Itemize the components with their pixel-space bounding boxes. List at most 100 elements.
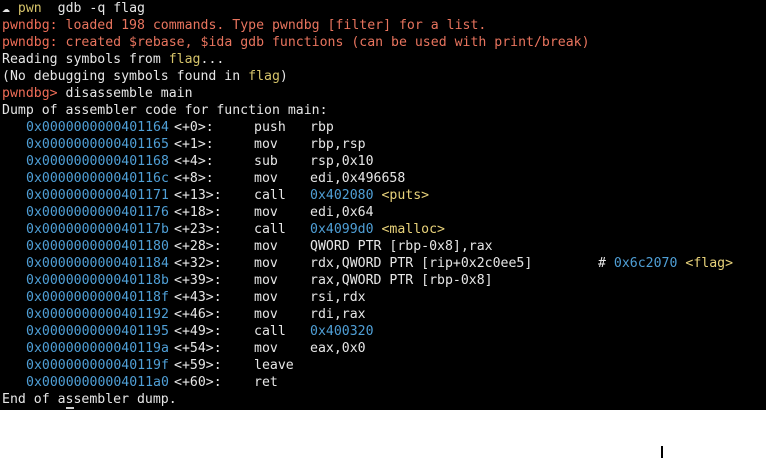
call-target-address: 0x400320 <box>310 324 374 339</box>
instruction-row: 0x0000000000401184 <+32>: mov rdx,QWORD PTR… <box>0 255 766 272</box>
reading-symbols-line: Reading symbols from flag... <box>0 51 766 68</box>
instruction-offset: <+8>: <box>174 171 214 186</box>
instruction-row: 0x0000000000401180 <+28>: mov QWORD PTR [rb… <box>0 238 766 255</box>
instruction-address: 0x0000000000401180 <box>26 239 169 254</box>
instruction-address: 0x0000000000401176 <box>26 205 169 220</box>
text-cursor <box>66 407 74 409</box>
instruction-row: 0x0000000000401195 <+49>: call 0x400320 <box>0 323 766 340</box>
cloud-icon: ☁ <box>2 1 10 16</box>
instruction-operands: rbp <box>310 119 598 136</box>
instruction-address: 0x0000000000401184 <box>26 256 169 271</box>
terminal-window[interactable]: ☁ pwn gdb -q flag pwndbg: loaded 198 com… <box>0 0 766 410</box>
operand-text: QWORD PTR [rbp-0x8],rax <box>310 239 493 254</box>
instruction-mnemonic: mov <box>254 171 278 186</box>
instruction-operands: rsp,0x10 <box>310 153 598 170</box>
instruction-mnemonic: push <box>254 120 286 135</box>
instruction-address: 0x0000000000401165 <box>26 137 169 152</box>
banner-line-1: pwndbg: loaded 198 commands. Type pwndbg… <box>0 17 766 34</box>
instruction-offset: <+13>: <box>174 188 222 203</box>
instruction-offset: <+54>: <box>174 341 222 356</box>
instruction-offset: <+28>: <box>174 239 222 254</box>
instruction-operands: 0x4099d0 <malloc> <box>310 221 598 238</box>
instruction-operands: rsi,rdx <box>310 289 598 306</box>
comment-symbol: <flag> <box>685 256 734 271</box>
instruction-offset: <+43>: <box>174 290 222 305</box>
instruction-address: 0x000000000040118b <box>26 273 169 288</box>
instruction-comment: # 0x6c2070 <flag> <box>598 255 733 272</box>
shell-command-line: ☁ pwn gdb -q flag <box>0 0 766 17</box>
instruction-offset: <+60>: <box>174 375 222 390</box>
call-target-symbol: <puts> <box>381 188 430 203</box>
instruction-row: 0x0000000000401165 <+1>: mov rbp,rsp <box>0 136 766 153</box>
operand-text: eax,0x0 <box>310 341 366 356</box>
shell-prompt-label: pwn <box>17 1 42 16</box>
instruction-address: 0x00000000004011a0 <box>26 375 169 390</box>
instruction-row: 0x0000000000401164 <+0>: push rbp <box>0 119 766 136</box>
disassembly-listing: 0x0000000000401164 <+0>: push rbp 0x00000000… <box>0 119 766 391</box>
instruction-offset: <+46>: <box>174 307 222 322</box>
instruction-offset: <+49>: <box>174 324 222 339</box>
instruction-mnemonic: mov <box>254 290 278 305</box>
banner-text: created $rebase, $ida gdb functions (can… <box>65 35 590 50</box>
instruction-mnemonic: mov <box>254 307 278 322</box>
instruction-operands: rdi,rax <box>310 306 598 323</box>
instruction-mnemonic: leave <box>254 358 294 373</box>
instruction-row: 0x00000000004011a0 <+60>: ret <box>0 374 766 391</box>
instruction-address: 0x0000000000401192 <box>26 307 169 322</box>
instruction-address: 0x000000000040119f <box>26 358 169 373</box>
operand-text: rbp <box>310 120 334 135</box>
instruction-address: 0x0000000000401195 <box>26 324 169 339</box>
call-target-address: 0x402080 <box>310 188 374 203</box>
no-symbols-prefix: (No debugging symbols found in <box>2 69 249 84</box>
instruction-address: 0x0000000000401168 <box>26 154 169 169</box>
instruction-row: 0x0000000000401192 <+46>: mov rdi,rax <box>0 306 766 323</box>
instruction-address: 0x000000000040119a <box>26 341 169 356</box>
instruction-mnemonic: call <box>254 324 286 339</box>
operand-text: rsi,rdx <box>310 290 366 305</box>
instruction-offset: <+23>: <box>174 222 222 237</box>
dump-header: Dump of assembler code for function main… <box>2 103 328 118</box>
instruction-row: 0x0000000000401176 <+18>: mov edi,0x64 <box>0 204 766 221</box>
no-symbols-line: (No debugging symbols found in flag) <box>0 68 766 85</box>
instruction-operands: QWORD PTR [rbp-0x8],rax <box>310 238 598 255</box>
instruction-row: 0x000000000040119a <+54>: mov eax,0x0 <box>0 340 766 357</box>
instruction-row: 0x0000000000401171 <+13>: call 0x402080 <pu… <box>0 187 766 204</box>
comment-hash: # <box>598 256 606 271</box>
banner-prompt: pwndbg: <box>2 35 58 50</box>
operand-text: rdi,rax <box>310 307 366 322</box>
operand-text: rdx,QWORD PTR [rip+0x2c0ee5] <box>310 256 533 271</box>
shell-command: gdb -q flag <box>57 1 145 16</box>
banner-text: loaded 198 commands. Type pwndbg [filter… <box>65 18 487 33</box>
gdb-prompt-line: pwndbg> disassemble main <box>0 85 766 102</box>
instruction-address: 0x0000000000401171 <box>26 188 169 203</box>
instruction-mnemonic: call <box>254 222 286 237</box>
instruction-operands: eax,0x0 <box>310 340 598 357</box>
mouse-cursor-mark <box>661 446 663 458</box>
banner-line-2: pwndbg: created $rebase, $ida gdb functi… <box>0 34 766 51</box>
instruction-offset: <+4>: <box>174 154 214 169</box>
instruction-mnemonic: mov <box>254 341 278 356</box>
instruction-row: 0x000000000040118f <+43>: mov rsi,rdx <box>0 289 766 306</box>
instruction-row: 0x000000000040117b <+23>: call 0x4099d0 <ma… <box>0 221 766 238</box>
instruction-offset: <+59>: <box>174 358 222 373</box>
instruction-mnemonic: mov <box>254 137 278 152</box>
instruction-address: 0x000000000040116c <box>26 171 169 186</box>
gdb-prompt: pwndbg> <box>2 86 58 101</box>
operand-text: rbp,rsp <box>310 137 366 152</box>
no-symbols-file: flag <box>248 69 280 84</box>
instruction-mnemonic: ret <box>254 375 278 390</box>
no-symbols-suffix: ) <box>279 69 288 84</box>
dump-footer: End of assembler dump. <box>2 392 177 407</box>
instruction-offset: <+39>: <box>174 273 222 288</box>
operand-text: edi,0x496658 <box>310 171 406 186</box>
instruction-row: 0x0000000000401168 <+4>: sub rsp,0x10 <box>0 153 766 170</box>
instruction-offset: <+1>: <box>174 137 214 152</box>
reading-suffix: ... <box>200 52 225 67</box>
instruction-row: 0x000000000040118b <+39>: mov rax,QWORD PTR… <box>0 272 766 289</box>
instruction-row: 0x000000000040119f <+59>: leave <box>0 357 766 374</box>
instruction-row: 0x000000000040116c <+8>: mov edi,0x496658 <box>0 170 766 187</box>
instruction-operands: edi,0x496658 <box>310 170 598 187</box>
instruction-operands: rax,QWORD PTR [rbp-0x8] <box>310 272 598 289</box>
call-target-symbol: <malloc> <box>381 222 446 237</box>
reading-prefix: Reading symbols from <box>2 52 169 67</box>
